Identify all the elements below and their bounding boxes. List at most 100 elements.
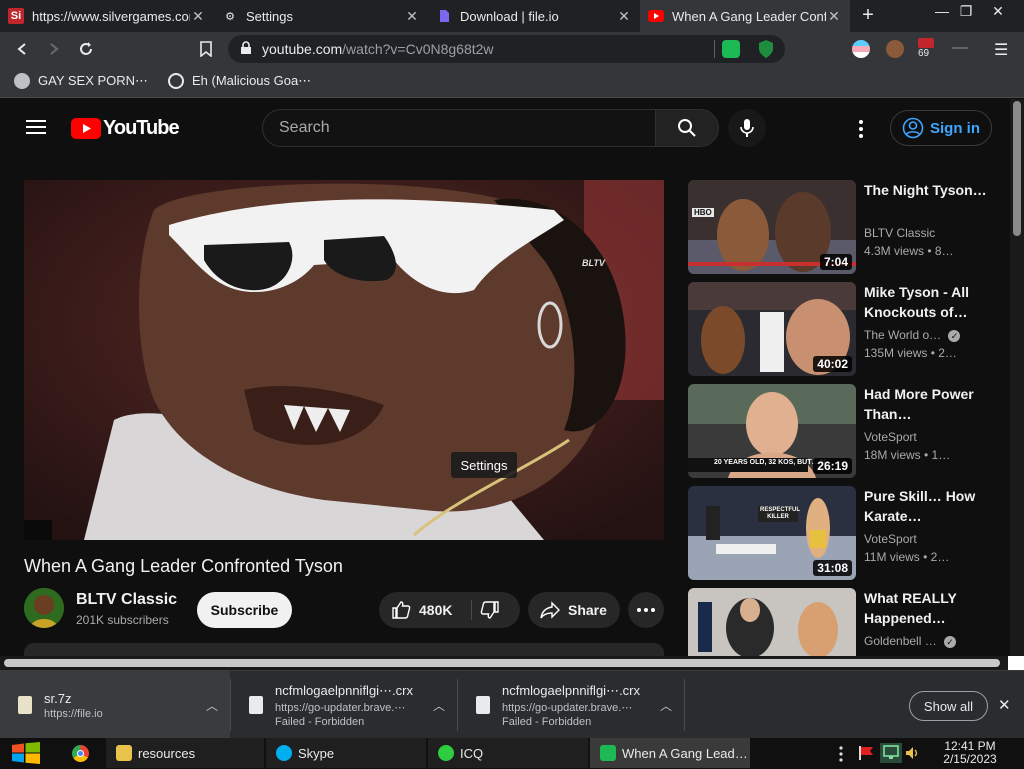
extension-flag-icon[interactable] [852, 40, 870, 58]
close-tab-icon[interactable]: ✕ [190, 8, 206, 25]
downloads-shelf: sr.7z https://file.io ︿ ncfmlogaelpnnifl… [0, 670, 1024, 739]
recommendation-views: 4.3M views • 8… [864, 244, 954, 258]
recommendation-title: What REALLY Happened… [864, 590, 957, 626]
search-button[interactable] [655, 109, 719, 147]
address-bar[interactable]: youtube.com/watch?v=Cv0N8g68t2w [228, 35, 785, 63]
close-tab-icon[interactable]: ✕ [404, 8, 420, 25]
description-box[interactable] [24, 643, 664, 656]
recommendation-views: 18M views • 1… [864, 448, 951, 462]
search-placeholder: Search [279, 119, 330, 136]
menu-icon[interactable]: ☰ [994, 40, 1008, 60]
profile-avatar-icon[interactable] [886, 40, 904, 58]
taskbar-item-resources[interactable]: resources [106, 738, 264, 768]
tab-fileio[interactable]: Download | file.io ✕ [428, 0, 640, 32]
bookmark-icon[interactable] [195, 38, 217, 60]
recommendation-thumbnail: HBO 7:04 [688, 180, 856, 274]
close-window-icon[interactable]: ✕ [982, 0, 1014, 22]
video-duration: 26:19 [813, 458, 852, 474]
taskbar-item-icq[interactable]: ICQ [428, 738, 588, 768]
video-watermark: BLTV [582, 258, 605, 268]
vertical-scrollbar[interactable] [1010, 99, 1024, 656]
chrome-icon[interactable] [72, 745, 89, 762]
bookmark-label: Eh (Malicious Goa⋯ [192, 73, 312, 88]
chevron-up-icon[interactable]: ︿ [433, 697, 445, 714]
vertical-scrollbar-thumb[interactable] [1013, 101, 1021, 236]
close-tab-icon[interactable]: ✕ [826, 8, 842, 25]
chevron-up-icon[interactable]: ︿ [660, 697, 672, 714]
voice-search-button[interactable] [728, 109, 766, 147]
new-tab-button[interactable]: + [858, 5, 878, 25]
extension-green-icon[interactable] [722, 40, 740, 58]
verified-check-icon: ✓ [948, 330, 961, 342]
more-tray-icon[interactable] [838, 746, 844, 767]
recommendation-item[interactable]: HBO 7:04 The Night Tyson… BLTV Classic 4… [688, 180, 998, 274]
tab-title: Settings [246, 8, 293, 24]
download-filename: ncfmlogaelpnniflgi⋯.crx [275, 682, 414, 698]
sign-in-button[interactable]: Sign in [890, 110, 992, 146]
download-item[interactable]: ncfmlogaelpnniflgi⋯.crx https://go-updat… [231, 671, 457, 739]
taskbar-label: Skype [298, 745, 335, 761]
share-button[interactable]: Share [528, 592, 620, 628]
tab-youtube-active[interactable]: When A Gang Leader Confronted Tyson ✕ [640, 0, 850, 32]
folder-icon [116, 745, 132, 761]
volume-tray-icon[interactable] [905, 746, 919, 765]
download-item[interactable]: ncfmlogaelpnniflgi⋯.crx https://go-updat… [458, 671, 684, 739]
recommendation-item[interactable]: 20 YEARS OLD, 32 KOS, BUT… N 26:19 Had M… [688, 384, 998, 478]
like-button[interactable]: 480K [379, 592, 471, 628]
search-input[interactable]: Search [262, 109, 656, 147]
start-button-windows-icon[interactable] [11, 742, 41, 769]
horizontal-scrollbar-thumb[interactable] [4, 659, 1000, 667]
youtube-page: YouTube Search Sign in BLTV Settings Whe… [0, 99, 1010, 656]
file-icon [249, 696, 263, 714]
close-shelf-icon[interactable]: ✕ [998, 696, 1011, 714]
recommendation-item[interactable]: 40:02 Mike Tyson - All Knockouts of… The… [688, 282, 998, 376]
bookmark-item-2[interactable]: Eh (Malicious Goa⋯ [168, 73, 311, 89]
file-icon [436, 8, 452, 24]
video-player[interactable]: BLTV [24, 180, 664, 540]
more-actions-button[interactable] [628, 592, 664, 628]
recommendation-channel: VoteSport [864, 430, 917, 444]
recommendation-channel: The World o… ✓ [864, 328, 961, 342]
taskbar-item-skype[interactable]: Skype [266, 738, 426, 768]
dislike-button[interactable] [480, 600, 500, 623]
taskbar-item-browser-active[interactable]: When A Gang Lead… [590, 738, 750, 768]
settings-tooltip: Settings [451, 452, 517, 478]
back-icon[interactable] [11, 38, 33, 60]
extension-badge-icon[interactable]: 69 [918, 38, 938, 60]
tab-settings[interactable]: ⚙ Settings ✕ [214, 0, 428, 32]
channel-name[interactable]: BLTV Classic [76, 591, 177, 609]
like-count: 480K [419, 602, 453, 618]
recommendation-channel: BLTV Classic [864, 226, 936, 240]
close-tab-icon[interactable]: ✕ [616, 8, 632, 25]
chevron-up-icon[interactable]: ︿ [206, 697, 218, 714]
download-source: https://file.io [44, 707, 103, 720]
forward-icon[interactable] [43, 38, 65, 60]
lock-icon [240, 40, 252, 58]
icq-icon [438, 745, 454, 761]
more-options-icon[interactable] [856, 119, 866, 144]
restore-icon[interactable]: ❐ [950, 0, 982, 22]
flag-tray-icon[interactable] [858, 746, 874, 760]
divider [471, 600, 472, 620]
tab-silvergames[interactable]: Si https://www.silvergames.com ✕ [0, 0, 214, 32]
recommendation-item[interactable]: What REALLY Happened… Goldenbell … ✓ [688, 588, 998, 656]
reload-icon[interactable] [75, 38, 97, 60]
verified-check-icon: ✓ [944, 636, 957, 648]
shield-icon[interactable] [758, 39, 774, 62]
download-status: Failed - Forbidden [275, 715, 365, 728]
subscribe-button[interactable]: Subscribe [197, 592, 292, 628]
video-duration: 7:04 [819, 254, 852, 270]
youtube-logo[interactable]: YouTube [71, 117, 180, 140]
recommendation-item[interactable]: RESPECTFUL KILLER 31:08 Pure Skill… How … [688, 486, 998, 580]
clock[interactable]: 12:41 PM 2/15/2023 [934, 740, 1006, 766]
channel-avatar[interactable] [24, 588, 64, 628]
recommendation-thumbnail [688, 588, 856, 656]
network-tray-icon[interactable] [880, 743, 902, 763]
horizontal-scrollbar[interactable] [0, 656, 1010, 670]
thumbnail-text: HBO [692, 208, 714, 217]
hamburger-menu-icon[interactable] [26, 119, 46, 140]
bookmark-item-1[interactable]: GAY SEX PORN⋯ [14, 73, 148, 89]
download-item[interactable]: sr.7z https://file.io ︿ [0, 671, 230, 739]
download-status: Failed - Forbidden [502, 715, 592, 728]
show-all-downloads-button[interactable]: Show all [909, 691, 988, 721]
